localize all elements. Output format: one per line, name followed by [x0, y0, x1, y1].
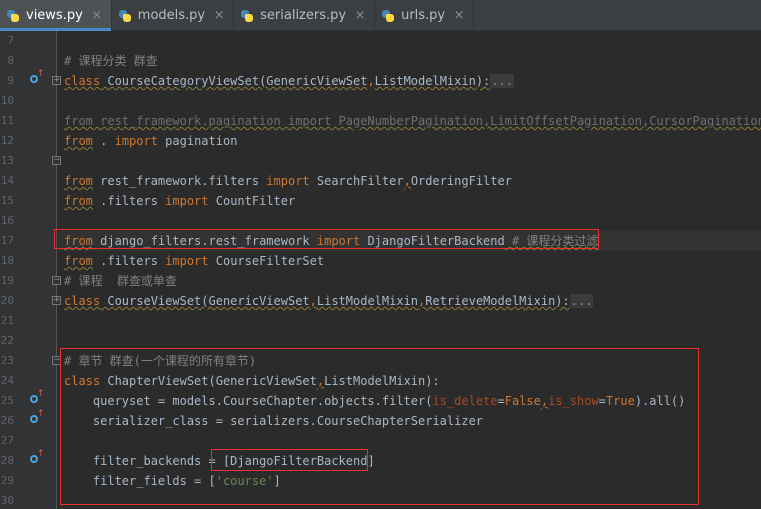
line-number: 20	[0, 294, 14, 307]
python-file-icon	[6, 9, 20, 23]
comma: ,	[367, 74, 375, 88]
line-number: 12	[0, 134, 14, 147]
keyword: import	[165, 194, 209, 208]
override-method-icon[interactable]: ↑	[30, 390, 45, 405]
line-number: 9	[7, 74, 14, 87]
code-line-18: from .filters import CourseFilterSet	[64, 251, 324, 271]
close-icon[interactable]: ×	[91, 9, 103, 22]
line-number-gutter[interactable]: 7 8 9 10 11 12 13 14 15 16 17 18 19 20 2…	[0, 31, 61, 509]
code-text: SearchFilter	[309, 174, 404, 188]
line-number: 27	[0, 434, 14, 447]
code-text: ListModelMixin):	[374, 74, 491, 88]
folded-code[interactable]: ...	[490, 74, 514, 88]
highlight-box-import	[54, 229, 599, 249]
python-file-icon	[381, 9, 395, 23]
comment: # 课程分类 群查	[64, 54, 158, 68]
code-text: CourseFilterSet	[208, 254, 325, 268]
close-icon[interactable]: ×	[453, 9, 465, 22]
line-number: 28	[0, 454, 14, 467]
highlight-box-filter-backends	[211, 449, 368, 471]
code-editor[interactable]: # 课程分类 群查 class CourseCategoryViewSet(Ge…	[54, 31, 761, 509]
line-number: 30	[0, 494, 14, 507]
editor-tab-bar: views.py × models.py × serializers.py × …	[0, 0, 761, 31]
line-number: 22	[0, 334, 14, 347]
code-line-11: from rest_framework.pagination import Pa…	[64, 111, 761, 131]
code-text: pagination	[157, 134, 238, 148]
line-number: 21	[0, 314, 14, 327]
code-text: CourseCategoryViewSet(GenericViewSet	[100, 74, 368, 88]
line-number: 17	[0, 234, 14, 247]
keyword: from	[64, 174, 93, 188]
code-text: OrderingFilter	[410, 174, 512, 188]
code-text: .filters	[92, 194, 166, 208]
override-method-icon[interactable]: ↑	[30, 450, 45, 465]
line-number: 11	[0, 114, 14, 127]
line-number: 10	[0, 94, 14, 107]
line-number: 14	[0, 174, 14, 187]
tab-serializers-py[interactable]: serializers.py ×	[234, 0, 376, 31]
keyword: from	[64, 194, 93, 208]
tab-label: models.py	[137, 8, 206, 23]
line-number: 26	[0, 414, 14, 427]
keyword: class	[64, 74, 101, 88]
line-number: 23	[0, 354, 14, 367]
code-line-19: # 课程 群查或单查	[64, 271, 177, 291]
code-line-8: # 课程分类 群查	[64, 51, 158, 71]
tab-label: views.py	[26, 8, 83, 23]
highlight-box-chapter-viewset	[60, 348, 699, 505]
tab-urls-py[interactable]: urls.py ×	[375, 0, 475, 31]
code-text: RetrieveModelMixin):	[425, 294, 570, 308]
code-line-20: class CourseViewSet(GenericViewSet,ListM…	[64, 291, 594, 311]
keyword: import	[165, 254, 209, 268]
code-line-14: from rest_framework.filters import Searc…	[64, 171, 512, 191]
override-method-icon[interactable]: ↑	[30, 70, 45, 85]
line-number: 7	[7, 34, 14, 47]
line-number: 24	[0, 374, 14, 387]
keyword: import	[266, 174, 310, 188]
line-number: 25	[0, 394, 14, 407]
python-file-icon	[240, 9, 254, 23]
comma: ,	[309, 294, 317, 308]
code-text: CountFilter	[208, 194, 296, 208]
comment: # 课程 群查或单查	[64, 274, 177, 288]
line-number: 18	[0, 254, 14, 267]
code-line-15: from .filters import CountFilter	[64, 191, 295, 211]
line-number: 15	[0, 194, 14, 207]
keyword: import	[114, 134, 158, 148]
comma: ,	[403, 174, 411, 188]
code-line-9: class CourseCategoryViewSet(GenericViewS…	[64, 71, 514, 91]
code-text: .filters	[92, 254, 166, 268]
code-line-12: from . import pagination	[64, 131, 237, 151]
line-number: 29	[0, 474, 14, 487]
keyword: from	[64, 254, 93, 268]
line-number: 16	[0, 214, 14, 227]
code-text: ListModelMixin	[316, 294, 419, 308]
tab-models-py[interactable]: models.py ×	[112, 0, 235, 31]
line-number: 19	[0, 274, 14, 287]
tab-label: urls.py	[401, 8, 446, 23]
keyword: class	[64, 294, 101, 308]
line-number: 8	[7, 54, 14, 67]
close-icon[interactable]: ×	[354, 9, 366, 22]
code-text: rest_framework.filters	[92, 174, 267, 188]
code-text: .	[92, 134, 115, 148]
keyword: from	[64, 134, 93, 148]
tab-label: serializers.py	[260, 8, 347, 23]
close-icon[interactable]: ×	[213, 9, 225, 22]
override-method-icon[interactable]: ↑	[30, 410, 45, 425]
python-file-icon	[118, 9, 132, 23]
tab-views-py[interactable]: views.py ×	[0, 0, 112, 31]
folded-code[interactable]: ...	[569, 294, 594, 308]
unused-import: from rest_framework.pagination import Pa…	[64, 114, 761, 128]
line-number: 13	[0, 154, 14, 167]
code-text: CourseViewSet(GenericViewSet	[100, 294, 310, 308]
